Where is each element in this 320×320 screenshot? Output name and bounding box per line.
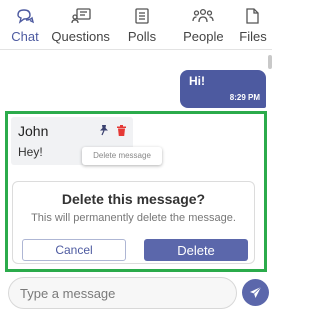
delete-tooltip: Delete message: [82, 147, 162, 165]
tab-label: Files: [239, 29, 267, 44]
tab-label: Polls: [127, 29, 157, 44]
message-text: Hey!: [18, 145, 43, 159]
pin-icon[interactable]: [99, 123, 109, 136]
trash-icon[interactable]: [117, 123, 126, 136]
dialog-title: Delete this message?: [61, 191, 206, 207]
questions-icon: [70, 7, 92, 25]
chat-icon: [14, 7, 36, 25]
delete-dialog: Delete this message? This will permanent…: [12, 181, 255, 264]
files-icon: [242, 7, 264, 25]
sender-name: John: [18, 123, 49, 139]
tab-bar: Chat Questions Polls People Files: [0, 0, 272, 50]
tab-label: People: [183, 29, 224, 44]
tab-label: Questions: [51, 29, 110, 44]
polls-icon: [131, 7, 153, 25]
message-text: Hi!: [189, 74, 205, 88]
send-button[interactable]: [242, 279, 269, 306]
tab-polls[interactable]: Polls: [111, 0, 172, 49]
outgoing-message: Hi! 8:29 PM: [180, 70, 266, 108]
composer: [0, 274, 272, 320]
send-icon: [249, 286, 262, 299]
delete-button[interactable]: Delete: [144, 239, 248, 261]
cancel-button[interactable]: Cancel: [22, 239, 126, 261]
tab-questions[interactable]: Questions: [50, 0, 111, 49]
tab-label: Chat: [11, 29, 39, 44]
tab-people[interactable]: People: [173, 0, 234, 49]
message-input[interactable]: [8, 277, 237, 309]
dialog-message: This will permanently delete the message…: [31, 212, 236, 224]
scrollbar[interactable]: [268, 55, 272, 69]
people-icon: [192, 7, 214, 25]
message-time: 8:29 PM: [229, 93, 260, 102]
tab-files[interactable]: Files: [234, 0, 272, 49]
tab-chat[interactable]: Chat: [0, 0, 50, 49]
